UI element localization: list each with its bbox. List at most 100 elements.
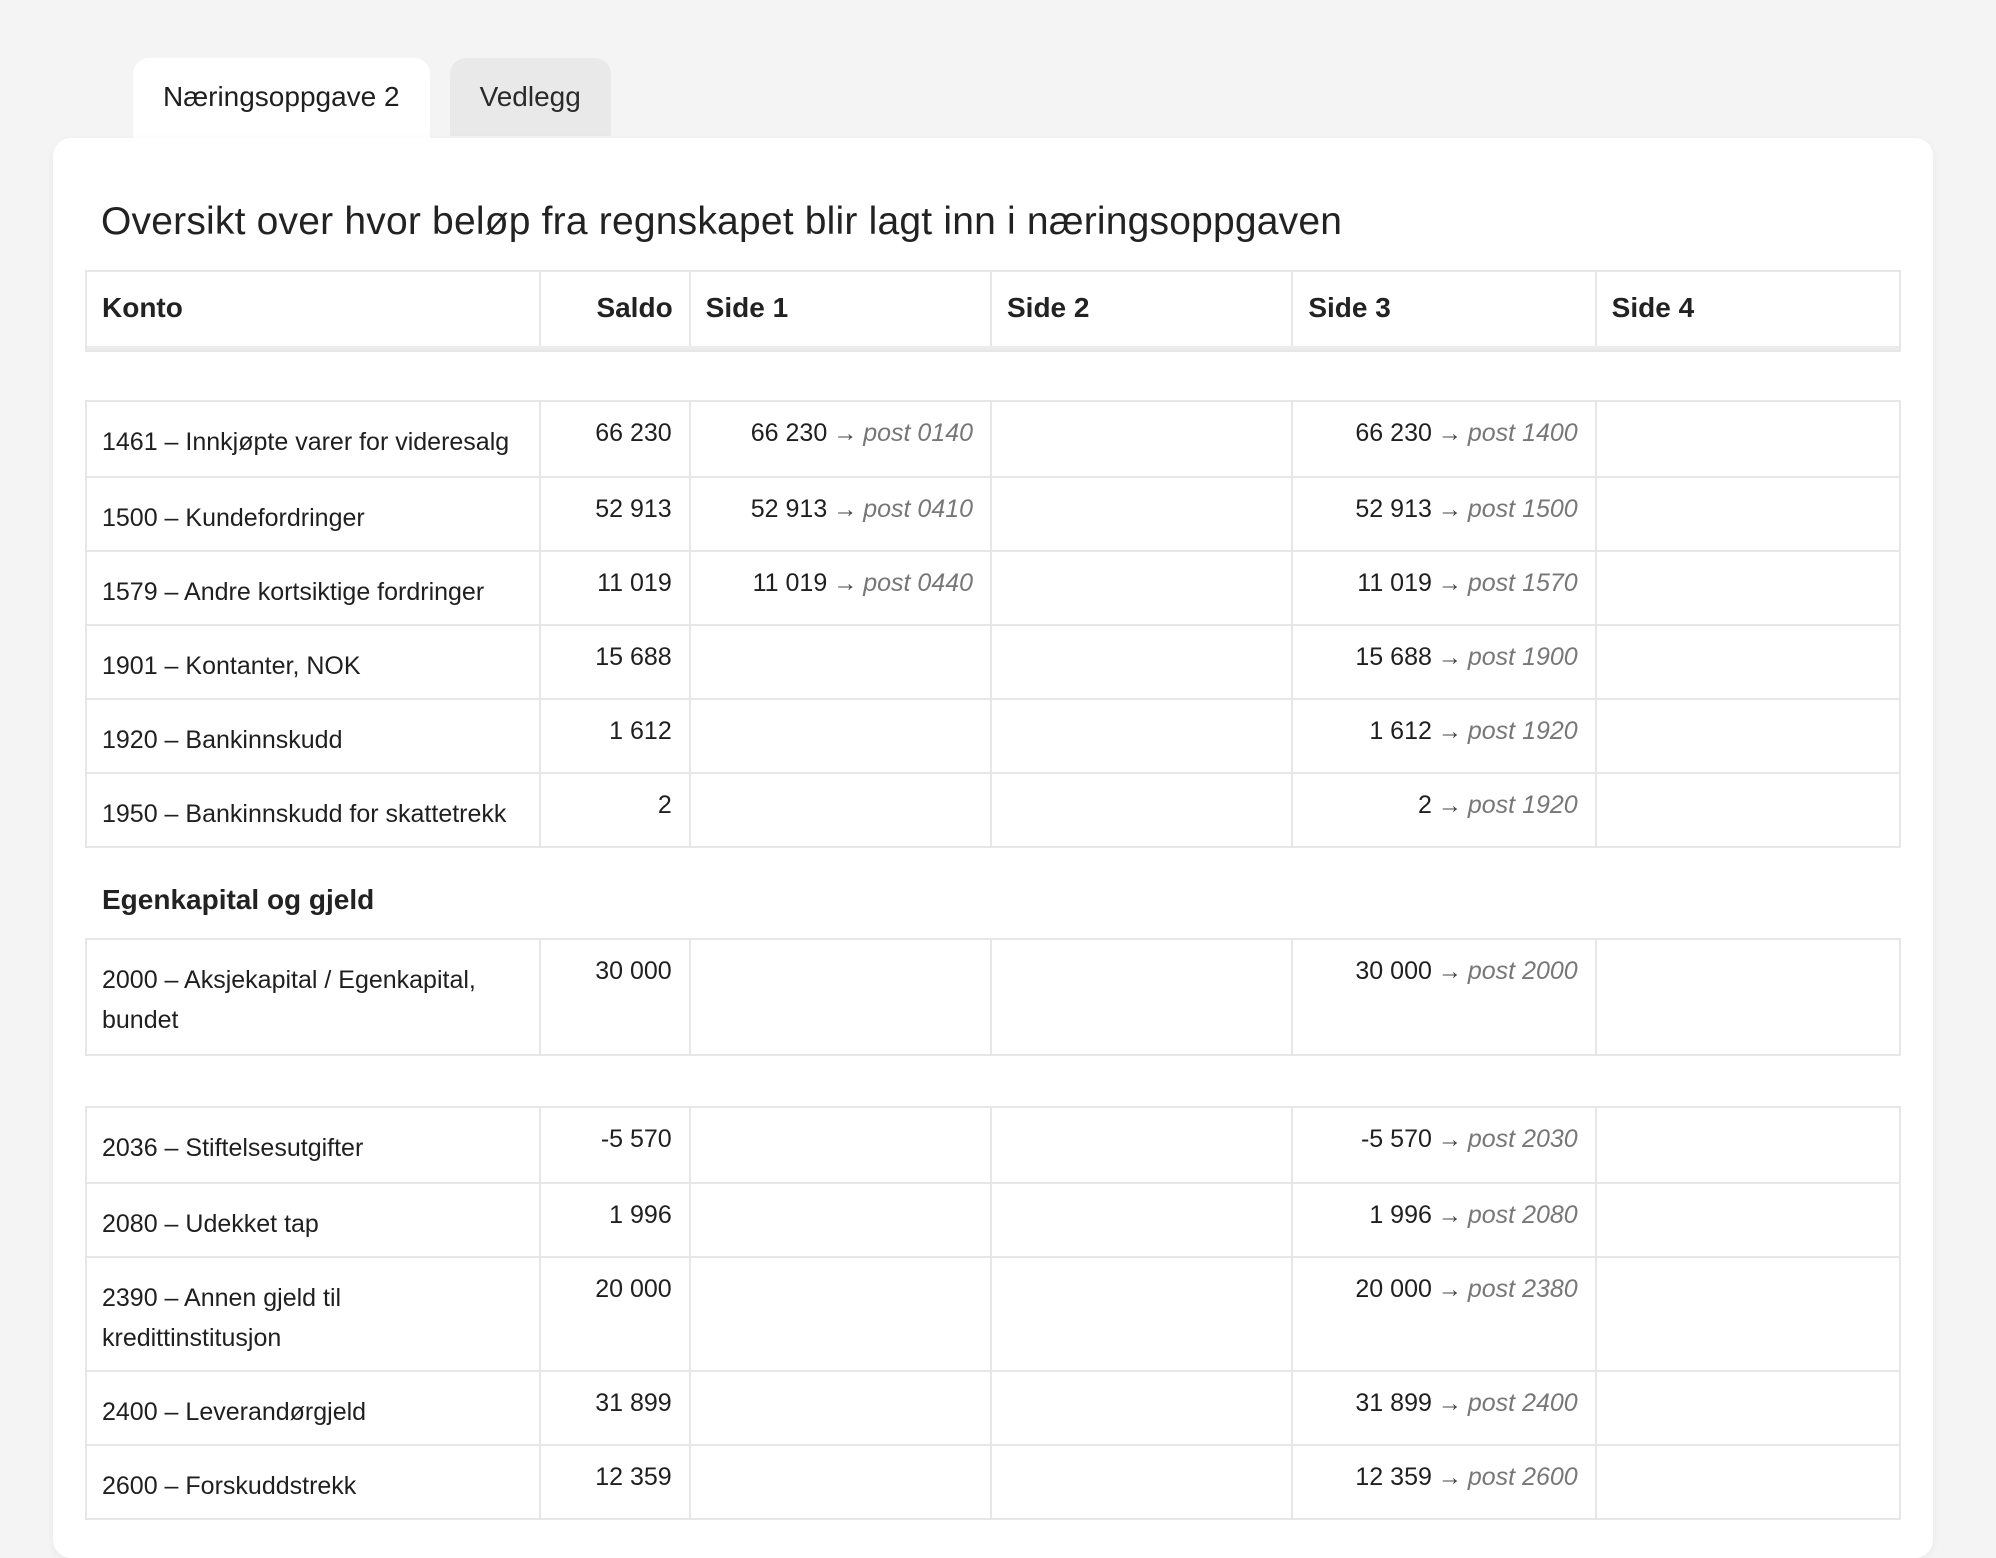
post-reference: post 2600	[1467, 1463, 1578, 1491]
konto-cell: 2390 – Annen gjeld til kredittinstitusjo…	[102, 1284, 342, 1352]
side-1-cell: 11 019 → post 0440	[688, 552, 990, 624]
post-reference: post 1570	[1467, 569, 1578, 597]
side-1-cell	[688, 700, 990, 772]
table-row: 2000 – Aksjekapital / Egenkapital, bunde…	[87, 940, 1899, 1054]
arrow-right-icon: →	[1437, 718, 1462, 745]
side-3-cell: 20 000 → post 2380	[1291, 1258, 1594, 1370]
mapped-amount: 66 230	[1355, 419, 1432, 447]
konto-cell: 1579 – Andre kortsiktige fordringer	[102, 578, 485, 606]
page-title: Oversikt over hvor beløp fra regnskapet …	[101, 200, 1343, 243]
side-2-cell	[990, 1258, 1291, 1370]
arrow-right-icon: →	[833, 496, 858, 523]
side-1-cell: 66 230 → post 0140	[688, 402, 990, 476]
table-row: 2600 – Forskuddstrekk 12 359 12 359 → post 2…	[87, 1444, 1899, 1518]
saldo-cell: 1 612	[539, 700, 689, 772]
side-4-cell	[1594, 1184, 1899, 1256]
post-reference: post 1900	[1467, 643, 1578, 671]
side-4-cell	[1594, 402, 1899, 476]
side-2-cell	[990, 402, 1291, 476]
col-header-side-2: Side 2	[990, 272, 1291, 346]
table-row: 1500 – Kundefordringer 52 913 52 913 → post …	[87, 476, 1899, 550]
konto-cell: 1901 – Kontanter, NOK	[102, 652, 361, 680]
table-row: 2390 – Annen gjeld til kredittinstitusjo…	[87, 1256, 1899, 1370]
side-3-cell: 52 913 → post 1500	[1291, 478, 1594, 550]
konto-cell: 2400 – Leverandørgjeld	[102, 1398, 367, 1426]
mapped-amount: 2	[1417, 791, 1432, 819]
tab-vedlegg[interactable]: Vedlegg	[449, 58, 611, 136]
table-row: 2400 – Leverandørgjeld 31 899 31 899 → post …	[87, 1370, 1899, 1444]
side-3-cell: 2 → post 1920	[1291, 774, 1594, 846]
table-row: 1461 – Innkjøpte varer for videresalg 66 …	[87, 402, 1899, 476]
arrow-right-icon: →	[1437, 1464, 1462, 1491]
side-3-cell: 66 230 → post 1400	[1291, 402, 1594, 476]
section-heading: Egenkapital og gjeld	[102, 884, 375, 915]
konto-cell: 2080 – Udekket tap	[102, 1210, 319, 1238]
mapped-amount: 11 019	[752, 569, 828, 597]
side-3-cell: 31 899 → post 2400	[1291, 1372, 1594, 1444]
post-reference: post 1920	[1467, 791, 1578, 819]
mapped-amount: 52 913	[750, 495, 828, 523]
mapped-amount: 15 688	[1355, 643, 1432, 671]
arrow-right-icon: →	[1437, 1126, 1462, 1153]
side-2-cell	[990, 626, 1291, 698]
post-reference: post 0410	[863, 495, 974, 523]
side-1-cell	[688, 1258, 990, 1370]
saldo-cell: 11 019	[539, 552, 689, 624]
side-2-cell	[990, 552, 1291, 624]
side-1-cell	[688, 940, 990, 1054]
side-1-cell	[688, 1184, 990, 1256]
mapped-amount: -5 570	[1360, 1125, 1432, 1153]
side-1-cell	[688, 626, 990, 698]
col-header-side-4: Side 4	[1594, 272, 1899, 346]
side-2-cell	[990, 700, 1291, 772]
side-3-cell: 15 688 → post 1900	[1291, 626, 1594, 698]
side-4-cell	[1594, 940, 1899, 1054]
arrow-right-icon: →	[1437, 1202, 1462, 1229]
saldo-cell: -5 570	[539, 1108, 689, 1182]
saldo-cell: 66 230	[539, 402, 689, 476]
side-3-cell: 11 019 → post 1570	[1291, 552, 1594, 624]
side-1-cell	[688, 774, 990, 846]
arrow-right-icon: →	[1437, 420, 1462, 447]
side-1-cell	[688, 1446, 990, 1518]
side-3-cell: 30 000 → post 2000	[1291, 940, 1594, 1054]
arrow-right-icon: →	[1437, 1276, 1462, 1303]
mapped-amount: 1 996	[1369, 1201, 1432, 1229]
col-header-saldo: Saldo	[538, 272, 689, 346]
side-2-cell	[990, 1184, 1291, 1256]
side-4-cell	[1594, 552, 1899, 624]
post-reference: post 2400	[1467, 1389, 1578, 1417]
side-2-cell	[990, 1372, 1291, 1444]
side-3-cell: 12 359 → post 2600	[1291, 1446, 1594, 1518]
side-4-cell	[1594, 478, 1899, 550]
post-reference: post 2000	[1467, 957, 1578, 985]
arrow-right-icon: →	[1437, 1390, 1462, 1417]
side-4-cell	[1594, 1108, 1899, 1182]
mapped-amount: 12 359	[1355, 1463, 1432, 1491]
side-1-cell	[688, 1372, 990, 1444]
post-reference: post 1920	[1467, 717, 1578, 745]
post-reference: post 0140	[863, 419, 974, 447]
side-4-cell	[1594, 774, 1899, 846]
konto-cell: 1950 – Bankinnskudd for skattetrekk	[102, 800, 507, 828]
konto-cell: 2600 – Forskuddstrekk	[102, 1472, 357, 1500]
post-reference: post 0440	[863, 569, 974, 597]
table-row: 2080 – Udekket tap 1 996 1 996 → post 2080	[87, 1182, 1899, 1256]
tab-naeringsoppgave-2[interactable]: Næringsoppgave 2	[133, 58, 430, 138]
arrow-right-icon: →	[1437, 496, 1462, 523]
post-reference: post 2080	[1467, 1201, 1578, 1229]
side-4-cell	[1594, 1446, 1899, 1518]
side-4-cell	[1594, 1258, 1899, 1370]
table-row: 1950 – Bankinnskudd for skattetrekk 2 2 → po…	[87, 772, 1899, 846]
arrow-right-icon: →	[1437, 958, 1462, 985]
table-row: 2036 – Stiftelsesutgifter -5 570 -5 570 → po…	[87, 1108, 1899, 1182]
mapped-amount: 20 000	[1355, 1275, 1432, 1303]
side-3-cell: -5 570 → post 2030	[1291, 1108, 1594, 1182]
side-2-cell	[990, 774, 1291, 846]
saldo-cell: 12 359	[539, 1446, 689, 1518]
side-4-cell	[1594, 700, 1899, 772]
table-group-liabilities: 2036 – Stiftelsesutgifter -5 570 -5 570 → po…	[85, 1106, 1901, 1520]
post-reference: post 1400	[1467, 419, 1578, 447]
mapped-amount: 52 913	[1355, 495, 1432, 523]
mapped-amount: 30 000	[1355, 957, 1432, 985]
